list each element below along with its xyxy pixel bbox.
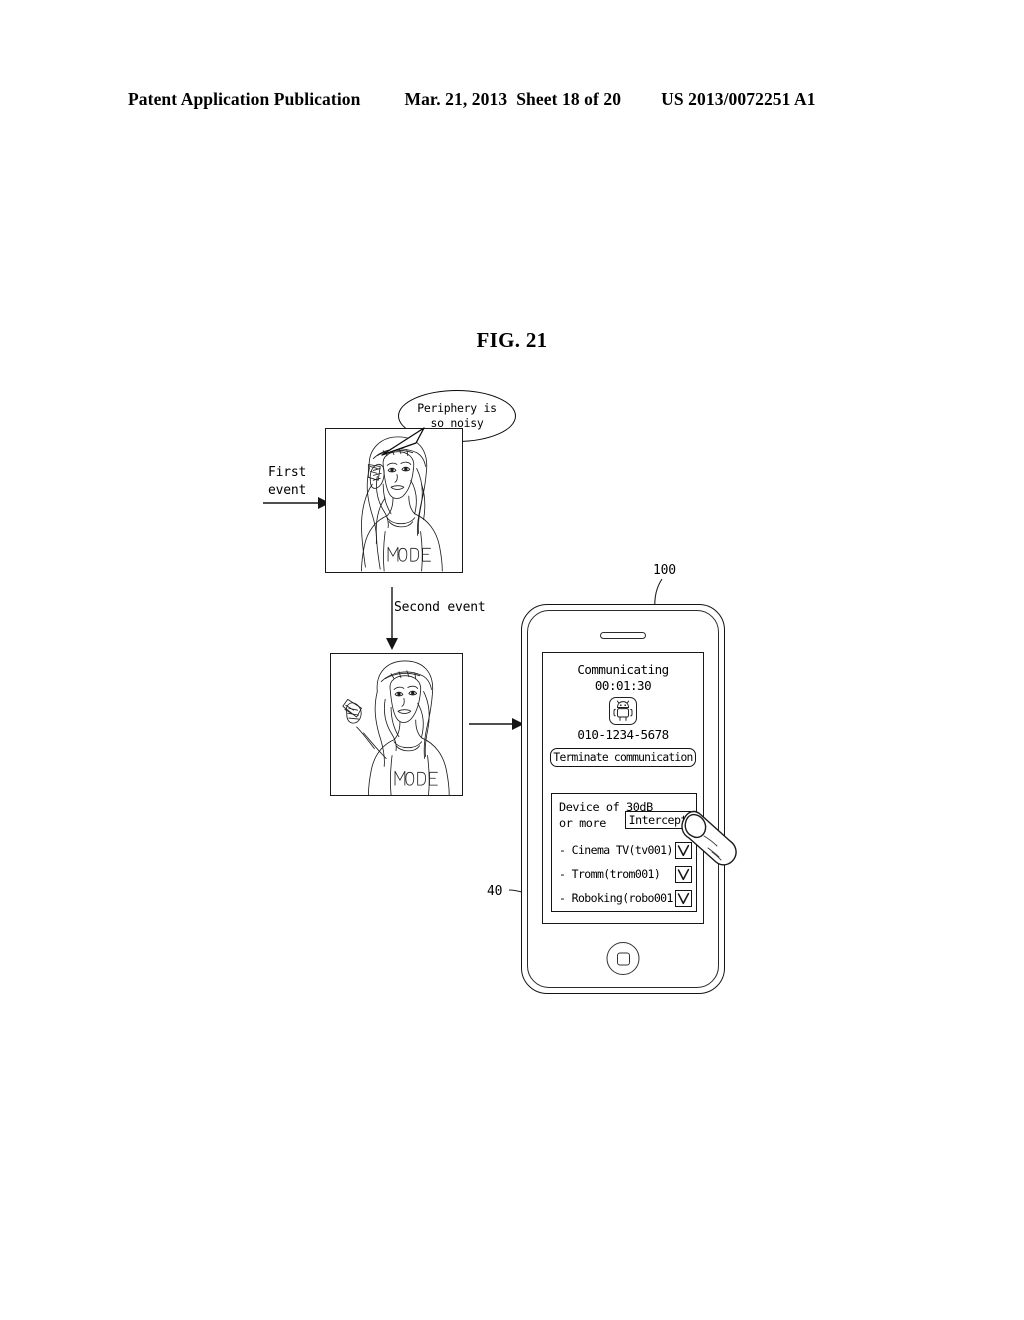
checkmark-icon [677, 844, 690, 856]
checkmark-icon [677, 892, 690, 904]
speaker-grille-icon [600, 632, 646, 639]
list-item[interactable]: - Tromm(trom001) [559, 862, 692, 886]
terminate-communication-button[interactable]: Terminate communication [550, 748, 696, 768]
call-duration-timer: 00:01:30 [594, 677, 652, 693]
reference-numeral-40: 40 [487, 884, 503, 899]
device-item-label: - Cinema TV(tv001) [559, 843, 673, 857]
illustration-second-event [330, 653, 463, 796]
header-date: Mar. 21, 2013 [404, 88, 508, 109]
device-item-label: - Roboking(robo001) [559, 891, 673, 905]
speech-balloon: Periphery is so noisy [381, 390, 516, 456]
intercept-button[interactable]: Intercept [624, 811, 691, 829]
call-phone-number: 010-1234-5678 [577, 726, 669, 742]
device-item-checkbox[interactable] [675, 889, 692, 907]
mobile-phone-device: Communicating 00:01:30 010-1234-5678 Ter… [521, 604, 725, 994]
device-intercept-panel: Device of 30dB or more Intercept - Cinem… [551, 793, 697, 912]
phone-screen: Communicating 00:01:30 010-1234-5678 Ter… [542, 652, 704, 924]
call-status-text: Communicating [577, 662, 669, 677]
second-event-label: Second event [394, 600, 486, 615]
home-button-icon[interactable] [606, 942, 640, 975]
header-publication: Patent Application Publication [128, 88, 361, 109]
header-doc-number: US 2013/0072251 A1 [661, 88, 816, 109]
checkmark-icon [677, 868, 690, 880]
device-list: - Cinema TV(tv001) - Tromm(trom001) - Ro… [552, 838, 696, 910]
page-header: Patent Application Publication Mar. 21, … [128, 86, 896, 112]
figure-title: FIG. 21 [476, 328, 548, 352]
speech-balloon-line1: Periphery is [417, 400, 497, 415]
device-item-label: - Tromm(trom001) [559, 867, 661, 881]
speech-balloon-text: Periphery is so noisy [398, 390, 516, 442]
photo-to-phone-arrow-icon [469, 718, 524, 730]
reference-numeral-100: 100 [653, 563, 676, 578]
home-button-square [616, 952, 630, 965]
header-sheet: Sheet 18 of 20 [516, 88, 622, 109]
first-event-arrow-icon [263, 497, 330, 509]
device-item-checkbox[interactable] [675, 865, 692, 883]
device-item-checkbox[interactable] [675, 841, 692, 859]
android-robot-glyph [613, 700, 633, 721]
list-item[interactable]: - Roboking(robo001) [559, 886, 692, 910]
list-item[interactable]: - Cinema TV(tv001) [559, 838, 692, 862]
speech-balloon-line2: so noisy [430, 416, 484, 430]
woman-lowering-phone-lineart-icon [342, 660, 450, 795]
call-panel: Communicating 00:01:30 010-1234-5678 Ter… [543, 653, 703, 768]
second-event-arrow-icon [386, 587, 398, 650]
android-robot-avatar-icon [609, 696, 637, 725]
